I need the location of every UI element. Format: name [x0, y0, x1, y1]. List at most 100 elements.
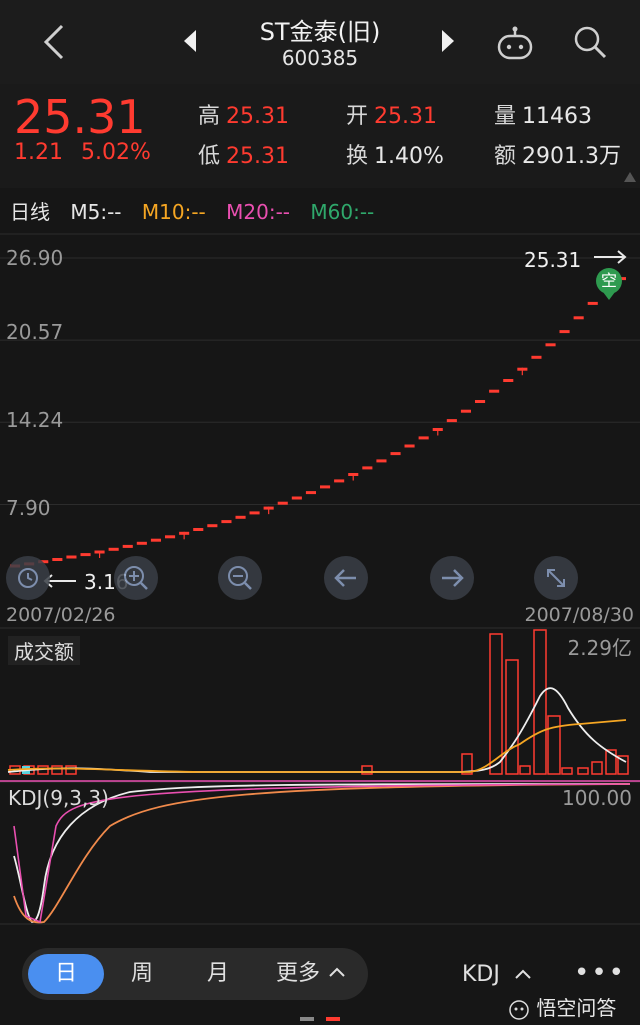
arrow-right-icon [442, 569, 464, 587]
history-button[interactable] [6, 556, 50, 600]
volume-bars [9, 629, 629, 775]
chart-controls [0, 556, 640, 604]
price-candle [122, 544, 133, 548]
price-candle [108, 547, 119, 551]
amount-value: 2901.3万 [522, 144, 621, 169]
price-candle [404, 444, 415, 448]
price-candle [305, 491, 316, 495]
last-price: 25.31 [14, 90, 146, 144]
amount-label: 额 [494, 144, 517, 169]
price-candle [165, 535, 176, 539]
end-date: 2007/08/30 [524, 604, 634, 626]
search-icon[interactable] [572, 24, 608, 60]
history-icon [18, 568, 38, 588]
zoom-out-button[interactable] [218, 556, 262, 600]
quote-panel: 25.31 1.21 5.02% 高 25.31 开 25.31 量 11463 低 25… [0, 84, 640, 188]
price-candle [531, 355, 542, 359]
price-candle [475, 400, 486, 403]
price-candle [545, 343, 556, 347]
volume-field: 量 11463 [494, 98, 592, 130]
change-amount: 1.21 [14, 140, 63, 165]
price-candle [559, 330, 570, 334]
turnover-label: 换 [346, 144, 369, 169]
top-bar: ST金泰(旧) 600385 [0, 0, 640, 84]
low-value: 25.31 [226, 144, 289, 169]
low-field: 低 25.31 [198, 138, 289, 170]
right-arrow-icon [594, 250, 627, 264]
scroll-right-button[interactable] [430, 556, 474, 600]
ma5-label: M5:-- [70, 200, 122, 224]
arrow-left-icon [334, 569, 356, 587]
expand-icon [547, 569, 565, 587]
max-price-marker: 25.31 [524, 248, 581, 272]
indicator-label: KDJ [462, 962, 500, 987]
fullscreen-button[interactable] [534, 556, 578, 600]
volume-label: 量 [494, 104, 517, 129]
page-indicator-dot [300, 1017, 314, 1021]
stock-name: ST金泰(旧) [259, 18, 381, 46]
turnover-value: 1.40% [374, 144, 444, 169]
volume-title: 成交额 [8, 636, 80, 665]
chart-grid [0, 233, 640, 506]
zoom-out-icon [228, 566, 252, 590]
tab-week[interactable]: 周 [120, 948, 164, 1000]
scroll-left-button[interactable] [324, 556, 368, 600]
badge-kong: 空 [596, 268, 622, 294]
price-candle [376, 459, 387, 463]
price-candle [460, 409, 471, 413]
start-date: 2007/02/26 [6, 604, 116, 626]
tab-day[interactable]: 日 [28, 954, 104, 994]
price-candle [235, 515, 246, 519]
price-change: 1.21 5.02% [14, 140, 169, 165]
period-tabs: 日 周 月 更多 [22, 948, 368, 1000]
high-field: 高 25.31 [198, 98, 289, 130]
ma60-label: M60:-- [310, 200, 375, 224]
badge-pointer-icon [603, 292, 615, 300]
price-candle [136, 541, 147, 545]
price-candle [390, 452, 401, 456]
expand-quote-icon[interactable] [624, 172, 636, 182]
more-options-button[interactable]: ••• [574, 958, 626, 988]
y-tick-label: 7.90 [6, 496, 51, 520]
tab-month[interactable]: 月 [196, 948, 240, 1000]
ma-legend: 日线 M5:-- M10:-- M20:-- M60:-- [10, 196, 388, 225]
open-label: 开 [346, 104, 369, 129]
low-label: 低 [198, 144, 221, 169]
price-candle [418, 436, 429, 440]
open-field: 开 25.31 [346, 98, 437, 130]
amount-field: 额 2901.3万 [494, 138, 621, 170]
price-candle [587, 301, 598, 305]
volume-kdj-chart[interactable] [0, 626, 640, 926]
price-candle [334, 479, 345, 483]
price-candle [150, 538, 161, 542]
period-label: 日线 [10, 200, 50, 224]
price-candle [503, 379, 514, 382]
kdj-title[interactable]: KDJ(9,3,3) [8, 786, 109, 810]
zoom-in-button[interactable] [114, 556, 158, 600]
open-value: 25.31 [374, 104, 437, 129]
next-stock-icon[interactable] [440, 30, 456, 52]
y-tick-label: 26.90 [6, 246, 64, 270]
watermark-text: 悟空问答 [536, 996, 617, 1020]
zoom-in-icon [124, 566, 148, 590]
price-candle [446, 419, 457, 423]
turnover-field: 换 1.40% [346, 138, 444, 170]
max-price-label: 25.31 [524, 248, 582, 272]
indicator-selector[interactable]: KDJ [462, 962, 500, 987]
watermark: 悟空问答 [508, 992, 616, 1021]
price-candle [320, 485, 331, 489]
y-tick-label: 20.57 [6, 320, 64, 344]
price-candle [249, 511, 260, 515]
price-candle [221, 520, 232, 524]
chevron-up-icon [329, 967, 345, 977]
change-percent: 5.02% [80, 140, 151, 165]
price-chart[interactable] [0, 232, 640, 602]
page-indicator-dot-active [326, 1017, 340, 1021]
chevron-up-icon [515, 969, 531, 979]
ma20-label: M20:-- [226, 200, 291, 224]
high-label: 高 [198, 104, 221, 129]
price-candle [291, 496, 302, 500]
robot-assistant-icon[interactable] [496, 26, 534, 62]
tab-more[interactable]: 更多 [268, 948, 328, 1000]
watermark-logo-icon [509, 999, 529, 1020]
